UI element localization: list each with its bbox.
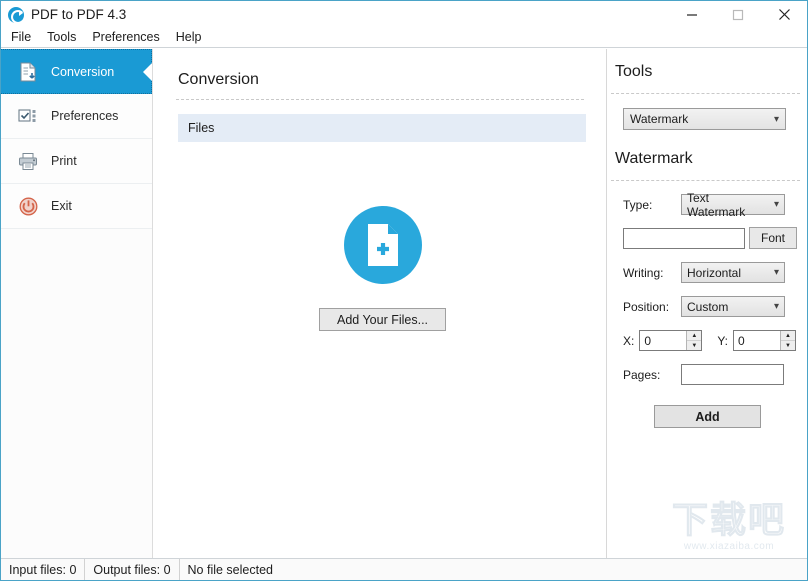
type-label: Type: [623,197,653,212]
selected-indicator-arrow [143,62,152,81]
maximize-button[interactable] [715,1,761,28]
writing-dropdown[interactable]: Horizontal ▾ [681,262,785,283]
watermark-text-row: Font [623,227,807,249]
add-button-label: Add [695,409,720,424]
status-selection: No file selected [187,562,273,577]
menu-bar: File Tools Preferences Help [1,28,807,48]
add-watermark-button[interactable]: Add [654,405,761,428]
window-controls [669,1,807,28]
document-add-circle-icon [343,206,422,284]
sidebar-item-label: Preferences [51,109,119,123]
chevron-down-icon: ▾ [773,301,779,312]
chevron-down-icon[interactable]: ▼ [687,340,702,350]
menu-item-tools[interactable]: Tools [39,28,84,47]
x-stepper[interactable]: 0 ▲ ▼ [639,330,703,351]
tool-select-dropdown[interactable]: Watermark ▾ [623,108,786,130]
file-drop-area[interactable]: Add Your Files... [178,159,587,549]
chevron-up-icon[interactable]: ▲ [781,331,795,340]
sidebar: Conversion Preferences Print Exit [1,49,153,558]
title-separator [176,99,584,100]
pages-label: Pages: [623,367,661,382]
watermark-text-input[interactable] [623,227,745,249]
minimize-button[interactable] [669,1,715,28]
title-bar: PDF to PDF 4.3 [1,1,807,28]
sidebar-item-conversion[interactable]: Conversion [1,49,152,94]
sidebar-item-label: Exit [51,199,72,213]
add-your-files-button[interactable]: Add Your Files... [319,308,446,331]
font-button[interactable]: Font [749,227,797,249]
app-icon [8,6,25,24]
sidebar-item-exit[interactable]: Exit [1,184,152,229]
chevron-down-icon: ▾ [773,113,779,125]
pages-input[interactable] [681,364,784,385]
sidebar-item-label: Conversion [51,64,115,79]
sidebar-item-preferences[interactable]: Preferences [1,94,152,139]
add-files-label: Add Your Files... [336,312,429,327]
position-dropdown[interactable]: Custom ▾ [681,296,785,317]
y-label: Y: [717,333,729,348]
document-download-icon [15,62,41,82]
window-title: PDF to PDF 4.3 [31,7,127,22]
type-row: Type: Text Watermark ▾ [623,191,807,219]
sidebar-item-label: Print [51,154,77,168]
printer-icon [15,152,41,171]
type-value: Text Watermark [687,190,746,219]
menu-item-file[interactable]: File [3,28,39,47]
x-stepper-buttons[interactable]: ▲ ▼ [686,331,702,350]
chevron-down-icon[interactable]: ▼ [781,340,796,350]
status-input-files: Input files: 0 [1,558,86,580]
files-section-header: Files [178,114,586,142]
chevron-up-icon[interactable]: ▲ [687,331,701,340]
tool-select-value: Watermark [630,112,689,126]
close-button[interactable] [761,1,807,28]
watermark-separator [611,180,800,181]
files-header-label: Files [188,121,215,135]
watermark-section-title: Watermark [615,150,693,167]
coordinates-row: X: 0 ▲ ▼ Y: 0 ▲ ▼ [623,330,807,351]
position-value: Custom [687,299,729,314]
status-output-files: Output files: 0 [85,558,180,580]
y-stepper[interactable]: 0 ▲ ▼ [733,330,797,351]
status-bar: Input files: 0 Output files: 0 No file s… [1,558,807,580]
font-button-label: Font [760,231,785,245]
chevron-down-icon: ▾ [773,267,779,278]
y-value: 0 [738,333,745,348]
writing-value: Horizontal [687,265,742,280]
writing-row: Writing: Horizontal ▾ [623,262,807,283]
tools-panel: Tools Watermark ▾ Watermark Type: Text W… [608,49,807,558]
position-row: Position: Custom ▾ [623,296,807,317]
menu-item-preferences[interactable]: Preferences [84,28,167,47]
sidebar-item-print[interactable]: Print [1,139,152,184]
checkbox-list-icon [15,108,41,124]
chevron-down-icon: ▾ [773,199,779,210]
position-label: Position: [623,299,670,314]
x-value: 0 [644,333,652,348]
pages-row: Pages: [623,364,807,385]
x-label: X: [623,333,635,348]
power-icon [15,197,41,216]
writing-label: Writing: [623,265,664,280]
main-content: Conversion Files Add Your Files... [154,49,607,558]
type-dropdown[interactable]: Text Watermark ▾ [681,191,785,219]
app-window: PDF to PDF 4.3 File Tools Preferences He… [0,0,808,581]
menu-item-help[interactable]: Help [168,28,210,47]
tools-separator [611,93,800,94]
y-stepper-buttons[interactable]: ▲ ▼ [780,331,796,350]
tools-title: Tools [615,63,653,80]
page-title: Conversion [178,71,259,88]
